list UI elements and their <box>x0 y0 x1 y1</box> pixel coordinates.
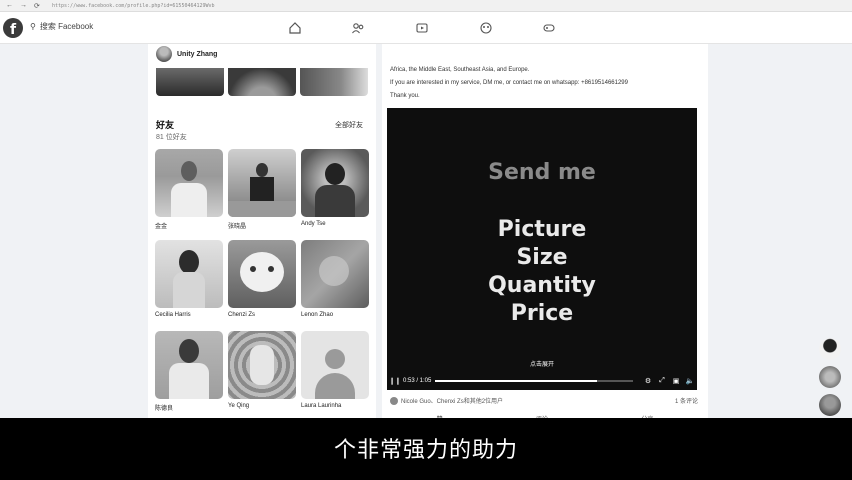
video-progress-bar[interactable] <box>435 380 633 382</box>
friend-card[interactable]: Lenon Zhao <box>301 240 369 318</box>
address-bar[interactable]: https://www.facebook.com/profile.php?id=… <box>52 3 215 9</box>
post-column: Africa, the Middle East, Southeast Asia,… <box>382 44 708 480</box>
volume-icon[interactable]: 🔈 <box>683 377 697 385</box>
friend-photo-placeholder[interactable] <box>301 331 369 399</box>
friend-photo[interactable] <box>301 240 369 308</box>
video-time: 0:53 / 1:05 <box>403 378 432 384</box>
video-icon[interactable] <box>415 21 429 35</box>
friend-card[interactable]: Laura Laurinha <box>301 331 369 409</box>
search-input[interactable]: 搜索 Facebook <box>40 21 93 32</box>
search-icon: ⚲ <box>30 22 36 31</box>
friend-photo[interactable] <box>228 149 296 217</box>
friend-name[interactable]: Ye Qing <box>228 403 296 409</box>
friend-card[interactable]: Andy Tse <box>301 149 369 227</box>
fullscreen-hint[interactable]: 点击展开 <box>387 359 697 368</box>
contact-avatar[interactable] <box>819 366 841 388</box>
video-headline: Send me <box>488 160 596 185</box>
friends-title: 好友 <box>156 120 175 130</box>
friend-name[interactable]: 金金 <box>155 221 223 230</box>
reaction-names[interactable]: Nicole Guo、Chenxi Zs和其他2位用户 <box>401 396 503 405</box>
friend-card[interactable]: Chenzi Zs <box>228 240 296 318</box>
pause-icon[interactable]: ❙❙ <box>387 377 403 385</box>
friend-name[interactable]: 陈德良 <box>155 403 223 412</box>
post-line: Thank you. <box>390 93 420 99</box>
friend-name[interactable]: Lenon Zhao <box>301 312 369 318</box>
friend-photo[interactable] <box>228 331 296 399</box>
video-line: Size <box>516 245 568 270</box>
friend-card[interactable]: Cecilia Harris <box>155 240 223 318</box>
groups-icon[interactable] <box>479 21 493 35</box>
forward-icon[interactable]: → <box>20 2 27 10</box>
post-line: If you are interested in my service, DM … <box>390 80 628 86</box>
video-subtitle: 个非常强力的助力 <box>333 438 518 463</box>
friend-card[interactable]: Ye Qing <box>228 331 296 409</box>
photo-strip[interactable] <box>156 68 368 96</box>
photo-thumb[interactable] <box>228 68 296 96</box>
friend-card[interactable]: 张晓晶 <box>228 149 296 230</box>
friend-photo[interactable] <box>228 240 296 308</box>
browser-nav: ← → ⟳ <box>0 2 48 10</box>
friend-photo[interactable] <box>301 149 369 217</box>
profile-name[interactable]: Unity Zhang <box>177 51 217 58</box>
back-icon[interactable]: ← <box>6 2 13 10</box>
contact-avatar[interactable] <box>819 338 841 360</box>
profile-left-column: Unity Zhang 好友 81 位好友 全部好友 金金 张晓晶 Andy T… <box>148 44 376 480</box>
home-icon[interactable] <box>288 21 302 35</box>
photo-thumb[interactable] <box>300 68 368 96</box>
reaction-summary[interactable]: Nicole Guo、Chenxi Zs和其他2位用户 <box>390 396 503 405</box>
friend-photo[interactable] <box>155 149 223 217</box>
like-reaction-icon <box>390 396 398 405</box>
search-box[interactable]: ⚲ 搜索 Facebook <box>30 21 93 32</box>
video-line: Picture <box>497 217 587 242</box>
gaming-icon[interactable] <box>542 21 556 35</box>
friends-count: 81 位好友 <box>156 134 187 141</box>
see-all-friends-link[interactable]: 全部好友 <box>335 120 363 130</box>
friend-card[interactable]: 金金 <box>155 149 223 230</box>
pip-icon[interactable]: ▣ <box>669 377 683 385</box>
settings-icon[interactable]: ⚙ <box>641 377 655 385</box>
friends-icon[interactable] <box>351 21 365 35</box>
avatar[interactable] <box>156 46 172 62</box>
friend-name[interactable]: 张晓晶 <box>228 221 296 230</box>
video-controls: ❙❙ 0:53 / 1:05 ⚙ ⤢ ▣ 🔈 <box>387 372 697 390</box>
friend-photo[interactable] <box>155 331 223 399</box>
contact-avatar[interactable] <box>819 394 841 416</box>
friend-card[interactable]: 陈德良 <box>155 331 223 412</box>
video-line: Price <box>510 301 574 326</box>
friend-name[interactable]: Cecilia Harris <box>155 312 223 318</box>
friend-name[interactable]: Andy Tse <box>301 221 369 227</box>
screen: ← → ⟳ https://www.facebook.com/profile.p… <box>0 0 852 480</box>
browser-toolbar: ← → ⟳ https://www.facebook.com/profile.p… <box>0 0 852 12</box>
post-line: Africa, the Middle East, Southeast Asia,… <box>390 67 530 73</box>
profile-header[interactable]: Unity Zhang <box>156 46 217 62</box>
comment-count[interactable]: 1 条评论 <box>675 396 698 405</box>
friend-photo[interactable] <box>155 240 223 308</box>
post-body: Africa, the Middle East, Southeast Asia,… <box>390 64 700 103</box>
video-line: Quantity <box>488 273 596 298</box>
facebook-logo[interactable]: f <box>3 18 23 38</box>
video-player[interactable]: Send me Picture Size Quantity Price 点击展开… <box>387 108 697 390</box>
video-progress-fill <box>435 380 598 382</box>
friend-name[interactable]: Chenzi Zs <box>228 312 296 318</box>
friend-name[interactable]: Laura Laurinha <box>301 403 369 409</box>
video-text-block: Picture Size Quantity Price <box>387 216 697 328</box>
expand-icon[interactable]: ⤢ <box>655 377 669 385</box>
facebook-header: f ⚲ 搜索 Facebook <box>0 12 852 44</box>
reload-icon[interactable]: ⟳ <box>34 2 40 10</box>
photo-thumb[interactable] <box>156 68 224 96</box>
